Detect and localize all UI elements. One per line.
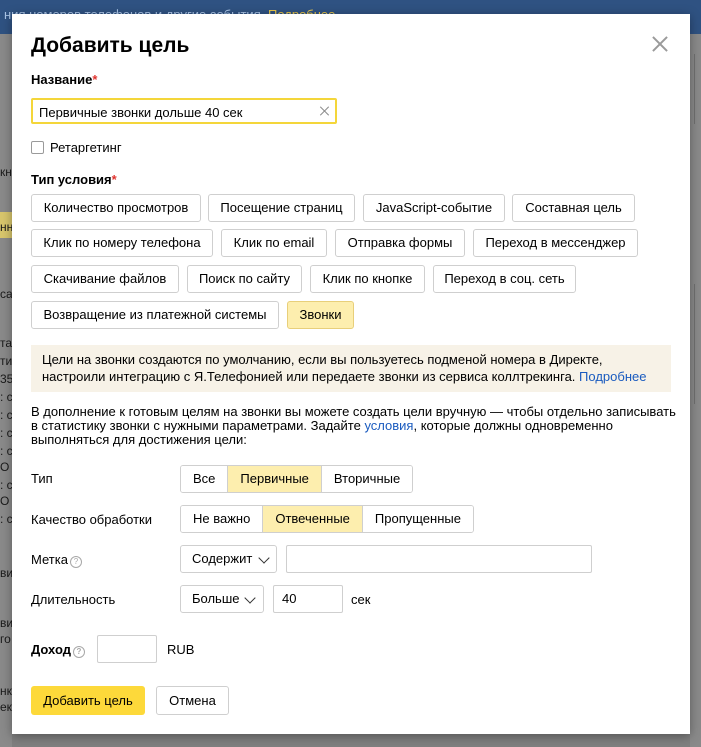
background-fragment: та xyxy=(0,336,12,350)
tag-label: Метка? xyxy=(31,552,82,568)
background-fragment: О xyxy=(0,494,10,508)
tag-value-input[interactable] xyxy=(295,551,539,566)
duration-label: Длительность xyxy=(31,592,116,607)
condition-calls-button[interactable]: Звонки xyxy=(287,301,354,329)
background-fragment: ек xyxy=(0,700,12,714)
income-value-input[interactable] xyxy=(106,641,153,656)
income-currency: RUB xyxy=(167,642,195,657)
retargeting-label[interactable]: Ретаргетинг xyxy=(50,140,122,155)
quality-option-any[interactable]: Не важно xyxy=(181,506,264,532)
goal-name-field[interactable] xyxy=(31,98,337,124)
background-fragment: 35 xyxy=(0,372,12,386)
conditions-link[interactable]: условия xyxy=(364,418,413,433)
tag-operator-dropdown[interactable]: Содержит xyxy=(180,545,277,573)
condition-composite-button[interactable]: Составная цель xyxy=(512,194,635,222)
income-label: Доход? xyxy=(31,642,85,658)
background-fragment: кн xyxy=(0,165,12,179)
condition-social-button[interactable]: Переход в соц. сеть xyxy=(433,265,576,293)
name-label: Название* xyxy=(31,72,98,87)
background-fragment: го xyxy=(0,632,11,646)
condition-download-button[interactable]: Скачивание файлов xyxy=(31,265,179,293)
calls-description: В дополнение к готовым целям на звонки в… xyxy=(31,404,676,447)
cancel-button[interactable]: Отмена xyxy=(156,686,229,715)
help-icon[interactable]: ? xyxy=(72,646,85,658)
background-divider xyxy=(694,54,695,124)
background-fragment: ти xyxy=(0,354,12,368)
background-fragment: : с xyxy=(0,390,12,404)
duration-value-input[interactable] xyxy=(282,591,337,606)
type-segmented-control: Все Первичные Вторичные xyxy=(180,465,414,493)
duration-value-field[interactable] xyxy=(273,585,343,613)
condition-email-click-button[interactable]: Клик по email xyxy=(221,229,327,257)
duration-operator-dropdown[interactable]: Больше xyxy=(180,585,264,613)
type-option-secondary[interactable]: Вторичные xyxy=(321,466,413,492)
background-right-column xyxy=(690,34,701,747)
tag-operator-value: Содержит xyxy=(192,551,253,566)
type-label: Тип xyxy=(31,471,53,486)
quality-option-answered[interactable]: Отвеченные xyxy=(263,506,363,532)
calls-info-box: Цели на звонки создаются по умолчанию, е… xyxy=(31,345,671,392)
duration-operator-value: Больше xyxy=(192,591,240,606)
background-fragment: нн xyxy=(0,220,12,234)
required-mark: * xyxy=(111,172,117,187)
condition-phone-click-button[interactable]: Клик по номеру телефона xyxy=(31,229,213,257)
add-goal-button[interactable]: Добавить цель xyxy=(31,686,145,715)
condition-type-label: Тип условия* xyxy=(31,172,117,187)
background-fragment: О xyxy=(0,460,10,474)
close-icon[interactable] xyxy=(650,34,670,54)
duration-unit: сек xyxy=(351,592,371,607)
condition-pages-button[interactable]: Посещение страниц xyxy=(208,194,355,222)
background-divider xyxy=(694,284,695,404)
clear-icon[interactable] xyxy=(319,105,331,117)
help-icon[interactable]: ? xyxy=(69,556,82,568)
background-left-column: кн нн са та ти 35 : с : с : с : с О : с … xyxy=(0,34,12,747)
background-fragment: : с xyxy=(0,512,12,526)
background-fragment: ви xyxy=(0,616,12,630)
condition-payment-return-button[interactable]: Возвращение из платежной системы xyxy=(31,301,279,329)
background-fragment: : с xyxy=(0,408,12,422)
background-fragment: : с xyxy=(0,478,12,492)
chevron-down-icon xyxy=(244,592,256,604)
dialog-title: Добавить цель xyxy=(31,34,190,57)
type-option-primary[interactable]: Первичные xyxy=(228,466,322,492)
condition-site-search-button[interactable]: Поиск по сайту xyxy=(187,265,302,293)
background-fragment: : с xyxy=(0,444,12,458)
info-more-link[interactable]: Подробнее xyxy=(579,369,646,384)
background-fragment: са xyxy=(0,287,12,301)
tag-value-field[interactable] xyxy=(286,545,592,573)
condition-views-button[interactable]: Количество просмотров xyxy=(31,194,201,222)
required-mark: * xyxy=(92,72,98,87)
background-fragment: нк xyxy=(0,684,12,698)
income-value-field[interactable] xyxy=(97,635,157,663)
add-goal-dialog: Добавить цель Название* Ретаргетинг Тип … xyxy=(12,14,690,734)
condition-form-submit-button[interactable]: Отправка формы xyxy=(335,229,465,257)
quality-option-missed[interactable]: Пропущенные xyxy=(362,506,473,532)
type-option-all[interactable]: Все xyxy=(181,466,229,492)
retargeting-checkbox[interactable] xyxy=(31,141,44,154)
background-fragment: : с xyxy=(0,426,12,440)
background-fragment: ви xyxy=(0,566,12,580)
chevron-down-icon xyxy=(258,552,270,564)
quality-label: Качество обработки xyxy=(31,512,153,527)
condition-messenger-button[interactable]: Переход в мессенджер xyxy=(473,229,638,257)
quality-segmented-control: Не важно Отвеченные Пропущенные xyxy=(180,505,474,533)
goal-name-input[interactable] xyxy=(39,103,309,121)
condition-button-click-button[interactable]: Клик по кнопке xyxy=(310,265,425,293)
condition-js-event-button[interactable]: JavaScript-событие xyxy=(363,194,505,222)
